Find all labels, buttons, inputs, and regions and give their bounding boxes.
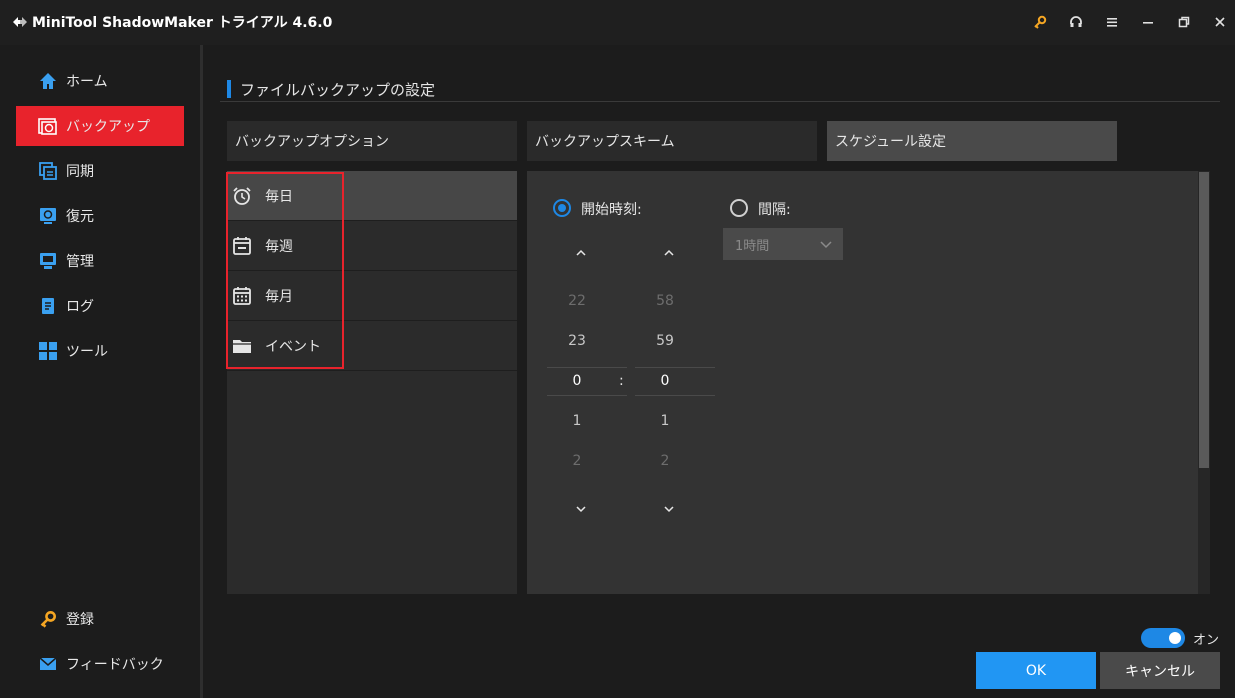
menu-icon[interactable] <box>1102 12 1122 32</box>
sidebar-item-label: 復元 <box>66 209 94 225</box>
sidebar-item-manage[interactable]: 管理 <box>16 241 184 281</box>
minute-top-line <box>635 367 715 368</box>
window-title: MiniTool ShadowMaker トライアル 4.6.0 <box>32 15 333 31</box>
time-separator: : <box>619 373 624 389</box>
schedule-scrollbar-thumb[interactable] <box>1199 172 1209 468</box>
hour-top-line <box>547 367 627 368</box>
interval-radio[interactable] <box>730 199 748 217</box>
ok-button[interactable]: OK <box>976 652 1096 689</box>
minimize-icon[interactable] <box>1138 12 1158 32</box>
sidebar-item-label: ホーム <box>66 74 108 90</box>
start-time-label: 開始時刻: <box>581 202 642 218</box>
sidebar-item-label: ログ <box>66 299 94 315</box>
minute-prev1: 59 <box>656 333 674 349</box>
sync-icon <box>38 161 58 181</box>
title-bar: MiniTool ShadowMaker トライアル 4.6.0 <box>0 0 1235 45</box>
calendar-month-icon <box>231 285 253 307</box>
minute-bottom-line <box>635 395 715 396</box>
minute-prev2: 58 <box>656 293 674 309</box>
manage-icon <box>38 251 58 271</box>
sidebar-item-label: ツール <box>66 344 108 360</box>
restore-icon[interactable] <box>1174 12 1194 32</box>
sidebar-item-restore[interactable]: 復元 <box>16 196 184 236</box>
toggle-label: オン <box>1193 633 1220 648</box>
frequency-panel: 毎日 毎週 毎月 イベント <box>227 171 517 594</box>
headset-icon[interactable] <box>1066 12 1086 32</box>
hour-next2: 2 <box>572 453 582 469</box>
sidebar-item-label: フィードバック <box>66 657 164 673</box>
tab-backup-scheme[interactable]: バックアップスキーム <box>527 121 817 161</box>
tab-backup-options[interactable]: バックアップオプション <box>227 121 517 161</box>
hour-prev1: 23 <box>568 333 586 349</box>
sidebar-item-sync[interactable]: 同期 <box>16 151 184 191</box>
alarm-clock-icon <box>231 185 253 207</box>
start-time-radio[interactable] <box>553 199 571 217</box>
interval-select[interactable]: 1時間 <box>723 228 843 260</box>
backup-icon <box>38 116 58 136</box>
title-accent-bar <box>227 80 231 98</box>
hour-current[interactable]: 0 <box>547 373 607 389</box>
schedule-toggle[interactable] <box>1141 628 1185 648</box>
hour-prev2: 22 <box>568 293 586 309</box>
interval-label: 間隔: <box>758 202 791 218</box>
title-divider <box>220 101 1220 102</box>
tab-label: バックアップオプション <box>235 134 389 150</box>
hour-down-arrow-icon[interactable] <box>573 501 589 517</box>
hour-bottom-line <box>547 395 627 396</box>
sidebar-item-home[interactable]: ホーム <box>16 61 184 101</box>
sidebar-item-register[interactable]: 登録 <box>16 599 184 639</box>
tab-label: バックアップスキーム <box>535 134 675 150</box>
tab-schedule-settings[interactable]: スケジュール設定 <box>827 121 1117 161</box>
sidebar-item-label: 同期 <box>66 164 94 180</box>
sidebar-item-label: 登録 <box>66 612 94 628</box>
sidebar-item-log[interactable]: ログ <box>16 286 184 326</box>
frequency-weekly[interactable]: 毎週 <box>227 221 517 271</box>
tools-icon <box>38 341 58 361</box>
sidebar-item-label: 管理 <box>66 254 94 270</box>
minute-current[interactable]: 0 <box>635 373 695 389</box>
calendar-week-icon <box>231 235 253 257</box>
hour-next1: 1 <box>572 413 582 429</box>
page-title: ファイルバックアップの設定 <box>240 81 436 99</box>
minute-next2: 2 <box>660 453 670 469</box>
schedule-panel <box>527 171 1210 594</box>
mail-icon <box>38 654 58 674</box>
folder-icon <box>231 335 253 357</box>
frequency-label: 毎週 <box>265 238 293 255</box>
key-icon[interactable] <box>1030 12 1050 32</box>
frequency-event[interactable]: イベント <box>227 321 517 371</box>
home-icon <box>38 71 58 91</box>
frequency-monthly[interactable]: 毎月 <box>227 271 517 321</box>
log-icon <box>38 296 58 316</box>
frequency-label: 毎月 <box>265 288 293 305</box>
sidebar-item-feedback[interactable]: フィードバック <box>16 644 184 684</box>
register-key-icon <box>38 609 58 629</box>
chevron-down-icon <box>819 238 833 253</box>
frequency-label: 毎日 <box>265 188 293 205</box>
minute-up-arrow-icon[interactable] <box>661 245 677 261</box>
sidebar-item-backup[interactable]: バックアップ <box>16 106 184 146</box>
interval-select-value: 1時間 <box>735 238 770 254</box>
close-icon[interactable] <box>1210 12 1230 32</box>
cancel-button[interactable]: キャンセル <box>1100 652 1220 689</box>
restore-data-icon <box>38 206 58 226</box>
frequency-daily[interactable]: 毎日 <box>227 171 517 221</box>
sidebar-item-tools[interactable]: ツール <box>16 331 184 371</box>
frequency-label: イベント <box>265 338 321 355</box>
sidebar-divider <box>200 45 203 698</box>
sidebar-item-label: バックアップ <box>66 119 150 135</box>
minute-next1: 1 <box>660 413 670 429</box>
app-logo-icon <box>10 12 30 32</box>
minute-down-arrow-icon[interactable] <box>661 501 677 517</box>
tab-label: スケジュール設定 <box>835 134 947 150</box>
hour-up-arrow-icon[interactable] <box>573 245 589 261</box>
